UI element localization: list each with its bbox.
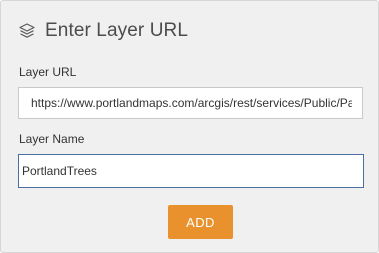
layer-url-input[interactable]	[18, 87, 363, 119]
enter-layer-url-panel: Enter Layer URL Layer URL Layer Name ADD	[0, 0, 379, 253]
layer-url-label: Layer URL	[19, 65, 77, 79]
layers-icon	[17, 21, 37, 41]
add-button[interactable]: ADD	[168, 205, 233, 239]
layer-name-input[interactable]	[18, 154, 364, 188]
layer-name-label: Layer Name	[19, 132, 85, 146]
panel-header: Enter Layer URL	[17, 18, 188, 44]
panel-title: Enter Layer URL	[45, 20, 189, 41]
